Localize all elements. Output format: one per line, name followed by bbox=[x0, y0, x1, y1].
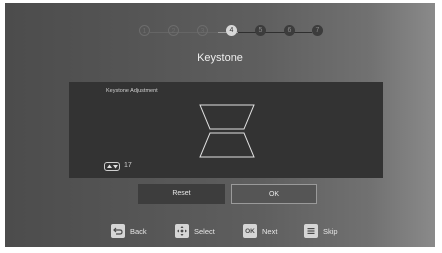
step-4: 4 bbox=[226, 25, 237, 36]
keystone-value: 17 bbox=[124, 162, 132, 169]
wizard-steps: 1 2 3 4 5 6 7 bbox=[139, 25, 323, 39]
menu-icon bbox=[304, 224, 318, 238]
legend-select-label: Select bbox=[194, 226, 215, 236]
legend-back-label: Back bbox=[130, 226, 147, 236]
step-7: 7 bbox=[312, 25, 323, 36]
reset-button[interactable]: Reset bbox=[138, 184, 225, 204]
step-line-completed bbox=[150, 32, 219, 33]
keystone-panel: Keystone Adjustment 17 bbox=[69, 82, 383, 178]
step-1: 1 bbox=[139, 25, 150, 36]
legend-skip: Skip bbox=[304, 223, 338, 239]
up-down-arrows-icon bbox=[104, 162, 120, 171]
back-icon bbox=[111, 224, 125, 238]
step-line-pending bbox=[237, 32, 312, 33]
step-2: 2 bbox=[168, 25, 179, 36]
step-6: 6 bbox=[284, 25, 295, 36]
keystone-screen: 1 2 3 4 5 6 7 Keystone Keystone Adjustme… bbox=[5, 3, 435, 247]
step-5: 5 bbox=[255, 25, 266, 36]
legend-next-label: Next bbox=[262, 226, 278, 236]
ok-key-icon: OK bbox=[243, 224, 257, 238]
dpad-icon bbox=[175, 224, 189, 238]
panel-label: Keystone Adjustment bbox=[106, 88, 158, 94]
step-3: 3 bbox=[197, 25, 208, 36]
keystone-shape-icon bbox=[199, 104, 255, 158]
legend-back: Back bbox=[111, 223, 147, 239]
legend-next: OK Next bbox=[243, 223, 277, 239]
legend-skip-label: Skip bbox=[323, 226, 338, 236]
legend-select: Select bbox=[175, 223, 215, 239]
page-title: Keystone bbox=[197, 52, 243, 64]
ok-button[interactable]: OK bbox=[231, 184, 317, 204]
